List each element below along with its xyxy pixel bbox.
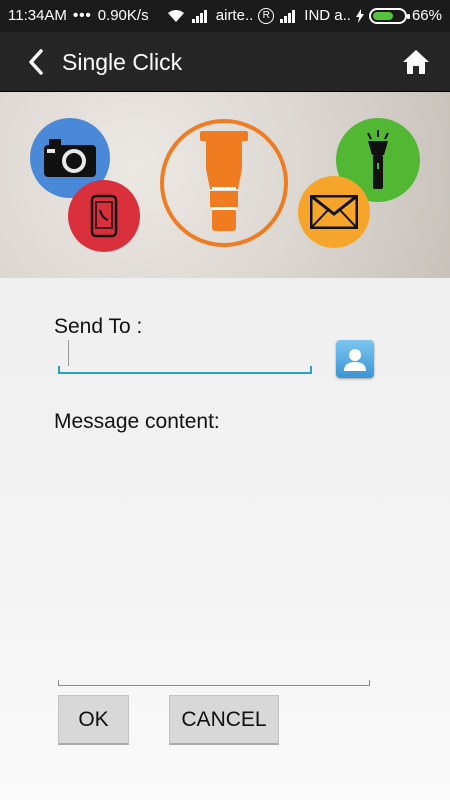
mail-circle bbox=[298, 176, 370, 248]
send-to-input[interactable] bbox=[58, 338, 312, 374]
cancel-button[interactable]: CANCEL bbox=[169, 695, 279, 745]
app-bar: Single Click bbox=[0, 32, 450, 92]
carrier-2: IND a.. bbox=[304, 7, 351, 24]
textarea-edge-left bbox=[58, 680, 59, 686]
carrier-1: airte.. bbox=[215, 7, 254, 24]
camera-icon bbox=[44, 139, 96, 177]
textarea-edge-right bbox=[369, 680, 370, 686]
home-icon[interactable] bbox=[400, 46, 432, 78]
page-title: Single Click bbox=[62, 49, 183, 75]
signal-icon bbox=[191, 9, 207, 23]
message-textarea[interactable] bbox=[58, 440, 370, 686]
wifi-icon bbox=[167, 9, 184, 22]
status-dots: ••• bbox=[72, 7, 92, 24]
signal-icon-2 bbox=[280, 9, 296, 23]
battery-percent: 66% bbox=[411, 7, 442, 24]
status-bar-right: airte.. R IND a.. 66% bbox=[166, 7, 442, 24]
torch-circle bbox=[160, 119, 288, 247]
status-bar-left: 11:34AM ••• 0.90K/s bbox=[8, 7, 149, 24]
registered-icon: R bbox=[258, 7, 275, 24]
text-cursor bbox=[68, 340, 69, 366]
flashlight-icon bbox=[367, 130, 389, 189]
battery-icon bbox=[368, 7, 410, 24]
send-to-label: Send To : bbox=[54, 315, 143, 338]
network-speed: 0.90K/s bbox=[97, 7, 149, 24]
contact-icon bbox=[344, 349, 366, 371]
torch-icon bbox=[200, 131, 248, 231]
phone-icon bbox=[90, 194, 118, 238]
battery-fill bbox=[372, 11, 393, 20]
ok-button[interactable]: OK bbox=[58, 695, 129, 745]
message-label: Message content: bbox=[54, 410, 220, 433]
status-bar: 11:34AM ••• 0.90K/s airte.. R IND a.. 66… bbox=[0, 0, 450, 32]
input-edge-left bbox=[58, 366, 60, 374]
input-edge-right bbox=[310, 366, 312, 374]
phone-circle bbox=[68, 180, 140, 252]
hero-banner bbox=[0, 92, 450, 278]
status-time: 11:34AM bbox=[8, 7, 67, 24]
back-icon[interactable] bbox=[22, 48, 50, 76]
mail-icon bbox=[310, 195, 358, 229]
charging-icon bbox=[355, 8, 364, 23]
contact-picker-button[interactable] bbox=[336, 340, 374, 378]
